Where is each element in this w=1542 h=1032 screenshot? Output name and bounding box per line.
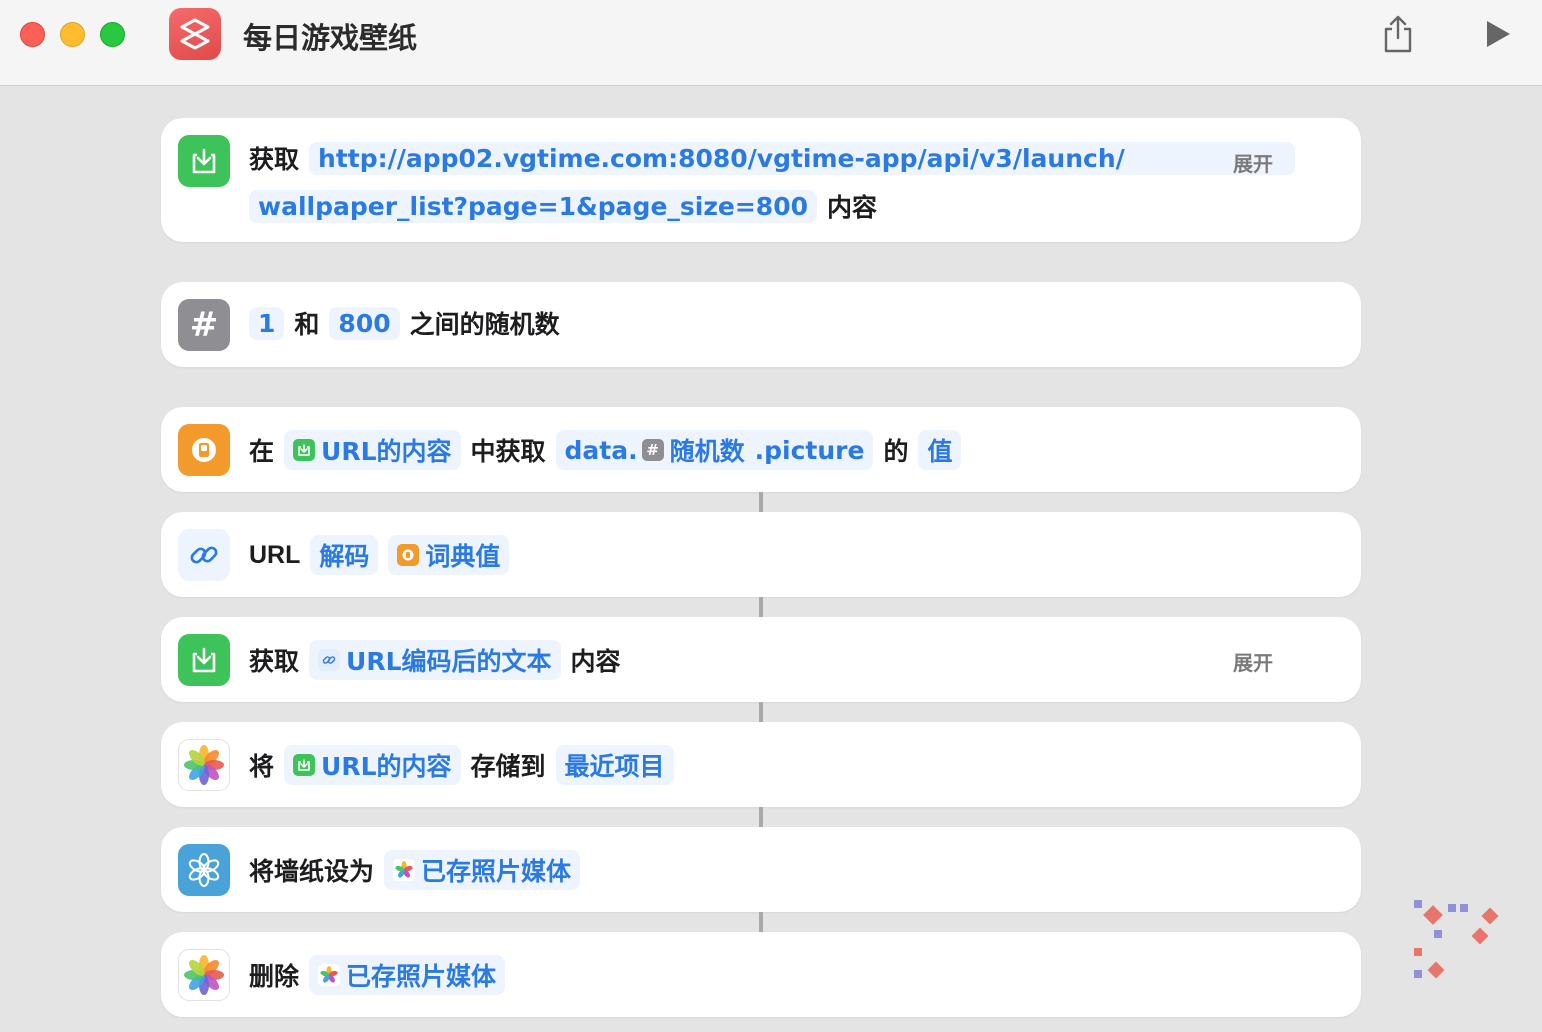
hash-icon: #	[178, 299, 230, 351]
action-prefix: 将	[249, 752, 275, 781]
expand-button[interactable]: 展开	[1233, 647, 1273, 676]
action-suffix: 内容	[570, 647, 621, 676]
action-suffix: 之间的随机数	[409, 310, 560, 339]
close-window-button[interactable]	[20, 22, 45, 47]
download-icon	[293, 439, 316, 461]
action-prefix: URL	[249, 540, 301, 569]
album-token[interactable]: 最近项目	[555, 745, 674, 785]
input-token[interactable]: URL编码后的文本	[309, 640, 561, 680]
wallpaper-flower-icon	[178, 844, 230, 896]
min-token[interactable]: 1	[249, 306, 285, 340]
input-token[interactable]: 已存照片媒体	[309, 955, 506, 995]
source-label: URL的内容	[321, 437, 452, 466]
action-get-url-contents[interactable]: 获取 URL编码后的文本 内容 展开	[161, 617, 1361, 702]
input-token[interactable]: URL的内容	[284, 745, 461, 785]
input-label: 已存照片媒体	[346, 962, 497, 991]
url-token[interactable]: wallpaper_list?page=1&page_size=800	[249, 189, 817, 223]
share-button[interactable]	[1378, 12, 1418, 56]
action-random-number[interactable]: # 1 和 800 之间的随机数	[161, 282, 1361, 367]
key-prefix: data.	[564, 435, 638, 465]
connector-line	[759, 912, 763, 932]
connector-line	[759, 702, 763, 722]
photos-icon	[178, 739, 230, 791]
link-icon	[178, 529, 230, 581]
action-line: 1 和 800 之间的随机数	[249, 305, 570, 341]
key-suffix: .picture	[754, 435, 865, 465]
input-label: URL的内容	[321, 752, 452, 781]
connector-line	[759, 492, 763, 512]
action-line: 在 URL的内容 中获取 data. # 随机数 .picture 的 值	[249, 430, 971, 470]
action-mid: 中获取	[470, 437, 546, 466]
download-icon	[293, 754, 316, 776]
action-line: URL 解码 词典值	[249, 535, 519, 575]
photos-icon	[178, 949, 230, 1001]
minimize-window-button[interactable]	[60, 22, 85, 47]
hash-icon: #	[641, 439, 664, 461]
zoom-window-button[interactable]	[100, 22, 125, 47]
dictionary-icon	[178, 424, 230, 476]
run-button[interactable]	[1478, 12, 1518, 56]
action-suffix: 内容	[827, 193, 878, 222]
download-icon	[178, 135, 230, 187]
action-delete-photos[interactable]: 删除 已存照片媒体	[161, 932, 1361, 1017]
connector-line	[759, 807, 763, 827]
action-verb: 获取	[249, 145, 300, 174]
mode-token[interactable]: 解码	[310, 535, 379, 575]
input-label: 词典值	[425, 542, 501, 571]
input-token[interactable]: 词典值	[388, 535, 510, 575]
title-bar: 每日游戏壁纸	[0, 0, 1542, 86]
play-icon	[1487, 21, 1510, 47]
input-label: 已存照片媒体	[421, 857, 572, 886]
window-title: 每日游戏壁纸	[243, 21, 418, 55]
action-line: 删除 已存照片媒体	[249, 955, 515, 995]
and-label: 和	[294, 310, 320, 339]
action-line: 将 URL的内容 存储到 最近项目	[249, 745, 684, 785]
dictionary-icon	[397, 544, 420, 566]
connector-line	[759, 597, 763, 617]
action-prefix: 在	[249, 437, 275, 466]
key-variable: 随机数	[669, 437, 745, 466]
key-token[interactable]: data. # 随机数 .picture	[555, 430, 874, 470]
action-verb: 获取	[249, 647, 300, 676]
action-save-to-album[interactable]: 将 URL的内容 存储到 最近项目	[161, 722, 1361, 807]
url-token[interactable]: http://app02.vgtime.com:8080/vgtime-app/…	[309, 141, 1295, 175]
action-get-dictionary-value[interactable]: 在 URL的内容 中获取 data. # 随机数 .picture 的 值	[161, 407, 1361, 492]
action-mid: 存储到	[470, 752, 546, 781]
result-token[interactable]: 值	[918, 430, 962, 470]
photos-icon	[393, 859, 416, 881]
input-token[interactable]: 已存照片媒体	[384, 850, 581, 890]
source-token[interactable]: URL的内容	[284, 430, 461, 470]
action-prefix: 删除	[249, 962, 300, 991]
input-label: URL编码后的文本	[346, 647, 552, 676]
max-token[interactable]: 800	[329, 306, 400, 340]
expand-button[interactable]: 展开	[1233, 148, 1273, 177]
action-url-decode[interactable]: URL 解码 词典值	[161, 512, 1361, 597]
action-line: 获取 http://app02.vgtime.com:8080/vgtime-a…	[249, 140, 1305, 176]
share-icon	[1384, 15, 1412, 53]
action-line: wallpaper_list?page=1&page_size=800 内容	[249, 188, 887, 224]
action-line: 将墙纸设为 已存照片媒体	[249, 850, 590, 890]
watermark-logo	[1414, 900, 1499, 979]
action-prefix: 将墙纸设为	[249, 857, 375, 886]
link-icon	[318, 649, 341, 671]
photos-icon	[318, 964, 341, 986]
action-set-wallpaper[interactable]: 将墙纸设为 已存照片媒体	[161, 827, 1361, 912]
action-line: 获取 URL编码后的文本 内容	[249, 640, 631, 680]
shortcuts-app-icon	[169, 8, 221, 60]
action-get-url-contents[interactable]: 获取 http://app02.vgtime.com:8080/vgtime-a…	[161, 118, 1361, 242]
of-label: 的	[883, 437, 909, 466]
download-icon	[178, 634, 230, 686]
